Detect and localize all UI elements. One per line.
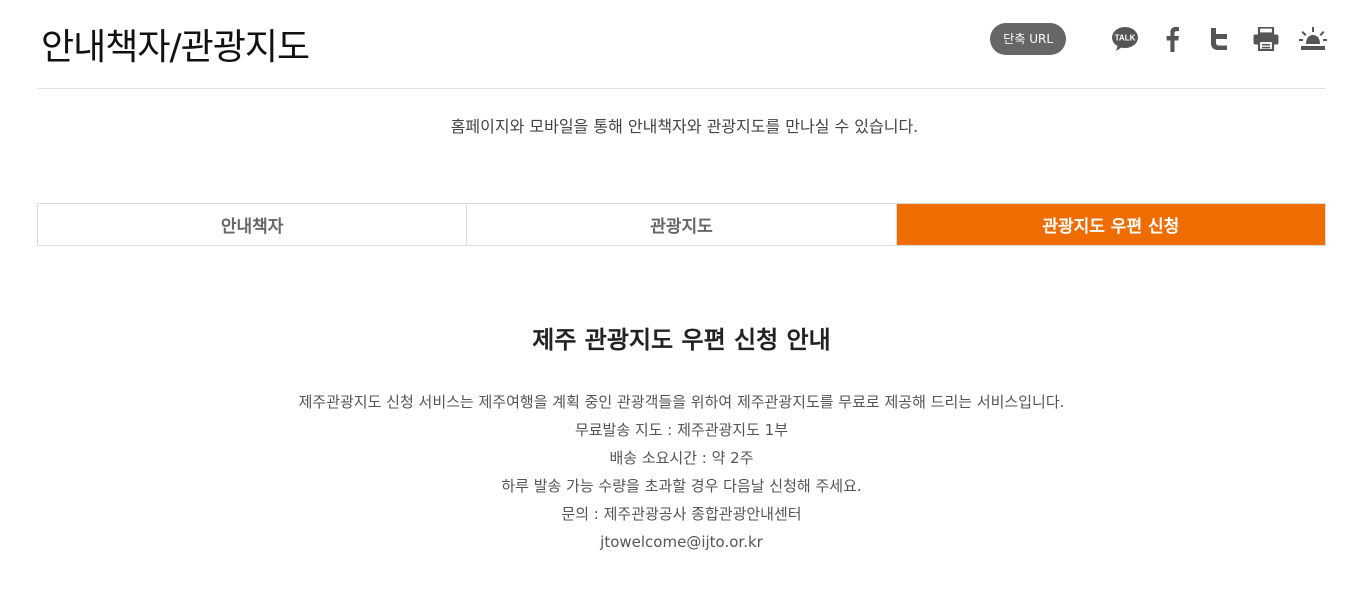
header-divider	[37, 88, 1326, 89]
section-title: 제주 관광지도 우편 신청 안내	[532, 326, 831, 354]
print-icon[interactable]	[1250, 23, 1282, 55]
tab-guidebook[interactable]: 안내책자	[38, 204, 468, 245]
info-line-daily-limit: 하루 발송 가능 수량을 초과할 경우 다음날 신청해 주세요.	[501, 477, 862, 495]
share-toolbar: 단축 URL TALK	[990, 22, 1329, 56]
kakaotalk-label: TALK	[1115, 34, 1136, 43]
short-url-button[interactable]: 단축 URL	[990, 23, 1066, 55]
info-line-contact: 문의 : 제주관광공사 종합관광안내센터	[561, 505, 802, 523]
alert-icon[interactable]	[1297, 23, 1329, 55]
tab-map-mail-request[interactable]: 관광지도 우편 신청	[896, 204, 1325, 245]
page-title: 안내책자/관광지도	[41, 27, 310, 68]
info-line-description: 제주관광지도 신청 서비스는 제주여행을 계획 중인 관광객들을 위하여 제주관…	[298, 393, 1065, 411]
info-block: 제주관광지도 신청 서비스는 제주여행을 계획 중인 관광객들을 위하여 제주관…	[0, 388, 1363, 556]
tab-tourist-map[interactable]: 관광지도	[467, 204, 897, 245]
info-line-email: jtowelcome@ijto.or.kr	[600, 533, 763, 551]
kakaotalk-icon[interactable]: TALK	[1109, 23, 1141, 55]
info-line-delivery-time: 배송 소요시간 : 약 2주	[609, 449, 754, 467]
info-line-free-map: 무료발송 지도 : 제주관광지도 1부	[574, 421, 789, 439]
intro-text: 홈페이지와 모바일을 통해 안내책자와 관광지도를 만나실 수 있습니다.	[450, 117, 919, 136]
facebook-icon[interactable]	[1156, 23, 1188, 55]
tab-bar: 안내책자 관광지도 관광지도 우편 신청	[37, 203, 1326, 246]
twitter-icon[interactable]	[1203, 23, 1235, 55]
